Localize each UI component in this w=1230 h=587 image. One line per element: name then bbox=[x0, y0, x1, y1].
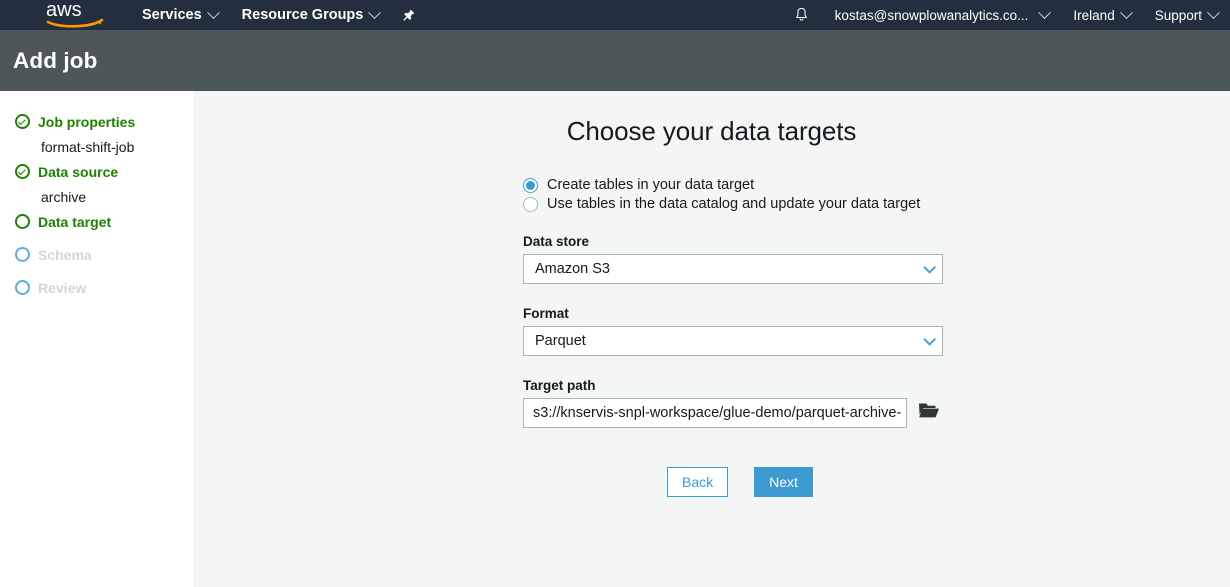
radio-option-create-tables[interactable]: Create tables in your data target bbox=[523, 177, 943, 193]
empty-circle-icon bbox=[15, 214, 30, 229]
sidebar-step-label: Data target bbox=[38, 213, 112, 230]
nav-item-resource-groups[interactable]: Resource Groups bbox=[230, 0, 392, 30]
format-label: Format bbox=[523, 306, 569, 321]
target-path-row: s3://knservis-snpl-workspace/glue-demo/p… bbox=[523, 398, 943, 428]
notifications-bell-icon[interactable] bbox=[780, 7, 823, 23]
target-path-input[interactable]: s3://knservis-snpl-workspace/glue-demo/p… bbox=[523, 398, 907, 428]
page-titlebar: Add job bbox=[0, 30, 1230, 91]
nav-item-support[interactable]: Support bbox=[1143, 0, 1230, 30]
field-data-store: Data store Amazon S3 bbox=[523, 234, 943, 284]
nav-item-region[interactable]: Ireland bbox=[1061, 0, 1142, 30]
sidebar-step-data-source[interactable]: Data source bbox=[0, 159, 193, 184]
chevron-down-icon bbox=[206, 5, 220, 19]
radio-button[interactable] bbox=[523, 177, 538, 193]
nav-account-label: kostas@snowplowanalytics.co... bbox=[834, 7, 1029, 23]
nav-support-label: Support bbox=[1154, 7, 1202, 23]
empty-circle-icon bbox=[15, 280, 30, 295]
sidebar-substep-data-source-name: archive bbox=[0, 184, 193, 209]
sidebar-step-label: Schema bbox=[38, 246, 92, 263]
format-select[interactable]: Parquet bbox=[523, 326, 943, 356]
back-button-label: Back bbox=[682, 474, 714, 490]
content-heading: Choose your data targets bbox=[566, 116, 857, 146]
sidebar-substep-job-name: format-shift-job bbox=[0, 134, 193, 159]
target-path-label: Target path bbox=[523, 378, 596, 393]
next-button[interactable]: Next bbox=[754, 467, 813, 497]
next-button-label: Next bbox=[769, 474, 798, 490]
sidebar-step-data-target[interactable]: Data target bbox=[0, 209, 193, 234]
chevron-down-icon bbox=[1207, 5, 1220, 19]
radio-option-use-catalog-tables[interactable]: Use tables in the data catalog and updat… bbox=[523, 196, 943, 212]
radio-label: Use tables in the data catalog and updat… bbox=[547, 196, 921, 212]
nav-account-caret[interactable] bbox=[1038, 0, 1061, 30]
nav-resource-groups-label: Resource Groups bbox=[241, 7, 364, 23]
chevron-down-icon bbox=[923, 260, 936, 274]
data-store-label: Data store bbox=[523, 234, 590, 249]
svg-text:aws: aws bbox=[46, 0, 82, 21]
nav-item-services[interactable]: Services bbox=[130, 0, 230, 30]
target-path-value: s3://knservis-snpl-workspace/glue-demo/p… bbox=[533, 405, 902, 421]
data-target-form: Create tables in your data target Use ta… bbox=[523, 177, 943, 497]
check-circle-icon bbox=[15, 114, 30, 129]
aws-top-navbar: aws Services Resource Groups kostas@snow… bbox=[0, 0, 1230, 30]
sidebar-step-label: Job properties bbox=[38, 113, 136, 130]
format-value: Parquet bbox=[535, 333, 586, 349]
sidebar-step-job-properties[interactable]: Job properties bbox=[0, 109, 193, 134]
chevron-down-icon bbox=[1119, 5, 1133, 19]
chevron-down-icon bbox=[923, 332, 936, 346]
aws-logo[interactable]: aws bbox=[46, 0, 108, 30]
nav-region-label: Ireland bbox=[1073, 7, 1115, 23]
radio-label: Create tables in your data target bbox=[547, 177, 755, 193]
field-format: Format Parquet bbox=[523, 306, 943, 356]
sidebar-substep-label: format-shift-job bbox=[41, 138, 135, 155]
empty-circle-icon bbox=[15, 247, 30, 262]
chevron-down-icon bbox=[1038, 5, 1052, 19]
sidebar-step-label: Data source bbox=[38, 163, 119, 180]
wizard-button-row: Back Next bbox=[667, 467, 943, 497]
nav-item-account[interactable]: kostas@snowplowanalytics.co... bbox=[823, 0, 1041, 30]
radio-button[interactable] bbox=[523, 196, 538, 212]
data-store-value: Amazon S3 bbox=[535, 261, 610, 277]
wizard-sidebar: Job properties format-shift-job Data sou… bbox=[0, 91, 193, 587]
chevron-down-icon bbox=[368, 5, 382, 19]
sidebar-substep-label: archive bbox=[41, 188, 87, 205]
check-circle-icon bbox=[15, 164, 30, 179]
page-title: Add job bbox=[13, 47, 98, 73]
page-body: Job properties format-shift-job Data sou… bbox=[0, 91, 1230, 587]
main-content: Choose your data targets Create tables i… bbox=[193, 91, 1230, 587]
data-store-select[interactable]: Amazon S3 bbox=[523, 254, 943, 284]
sidebar-step-label: Review bbox=[38, 279, 87, 296]
folder-open-icon[interactable] bbox=[918, 401, 940, 425]
sidebar-step-schema[interactable]: Schema bbox=[0, 242, 193, 267]
nav-services-label: Services bbox=[142, 7, 202, 23]
field-target-path: Target path s3://knservis-snpl-workspace… bbox=[523, 378, 943, 428]
pushpin-icon[interactable] bbox=[391, 8, 426, 23]
back-button[interactable]: Back bbox=[667, 467, 729, 497]
sidebar-step-review[interactable]: Review bbox=[0, 275, 193, 300]
